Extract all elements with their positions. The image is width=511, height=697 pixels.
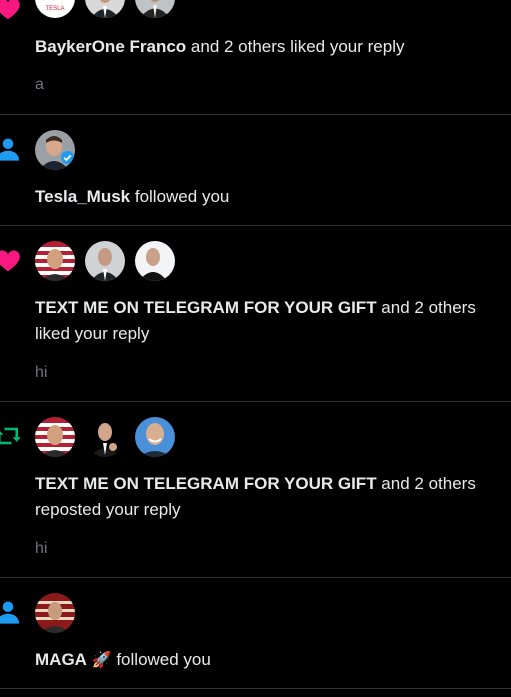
avatar-tesla-logo[interactable]: TESLA [35,0,75,18]
actor-name[interactable]: TEXT ME ON TELEGRAM FOR YOUR GIFT [35,298,377,317]
actor-name[interactable]: BaykerOne Franco [35,37,186,56]
notification-item[interactable]: TESLA BaykerOne Franco and 2 others like… [0,0,511,115]
repost-icon [0,422,22,450]
person-icon [0,598,22,626]
actor-name[interactable]: TEXT ME ON TELEGRAM FOR YOUR GIFT [35,474,377,493]
notification-item[interactable]: TEXT ME ON TELEGRAM FOR YOUR GIFT and 2 … [0,226,511,402]
avatar-musk-gesture[interactable] [85,417,125,457]
notification-item[interactable]: TEXT ME ON TELEGRAM FOR YOUR GIFT and 2 … [0,402,511,578]
notification-text: MAGA 🚀 followed you [35,647,511,674]
notification-item[interactable]: Tesla_Musk followed you [0,115,511,226]
rocket-emoji-icon: 🚀 [91,652,112,669]
avatar-musk-suit[interactable] [85,241,125,281]
notification-item[interactable]: MAGA 🚀 followed you [0,578,511,689]
heart-icon [0,0,22,22]
verified-badge-icon [61,151,74,164]
avatar-musk-smile[interactable] [135,417,175,457]
reply-snippet[interactable]: hi [35,540,47,558]
person-icon [0,135,22,163]
avatar-musk-suit[interactable] [85,0,125,18]
reply-snippet[interactable]: a [35,76,44,94]
notification-message: and 2 others liked your reply [186,37,405,56]
notification-text: Tesla_Musk followed you [35,184,511,210]
avatar-flag-musk[interactable] [35,417,75,457]
svg-text:TESLA: TESLA [45,6,64,12]
notification-text: TEXT ME ON TELEGRAM FOR YOUR GIFT and 2 … [35,471,511,523]
reply-snippet[interactable]: hi [35,364,47,382]
avatar-musk-verified[interactable] [35,130,75,170]
notification-text: BaykerOne Franco and 2 others liked your… [35,34,511,60]
actor-name[interactable]: Tesla_Musk [35,187,130,206]
avatar-musk-suit-2[interactable] [135,0,175,18]
avatar-musk-outdoor[interactable] [135,241,175,281]
avatar-flag-musk[interactable] [35,241,75,281]
notification-message: followed you [111,650,211,669]
heart-icon [0,246,22,274]
notifications-feed: TESLA BaykerOne Franco and 2 others like… [0,0,511,697]
notification-text: TEXT ME ON TELEGRAM FOR YOUR GIFT and 2 … [35,295,511,347]
notification-message: followed you [130,187,230,206]
actor-name[interactable]: MAGA [35,650,87,669]
avatar-maga-flag[interactable] [35,593,75,633]
